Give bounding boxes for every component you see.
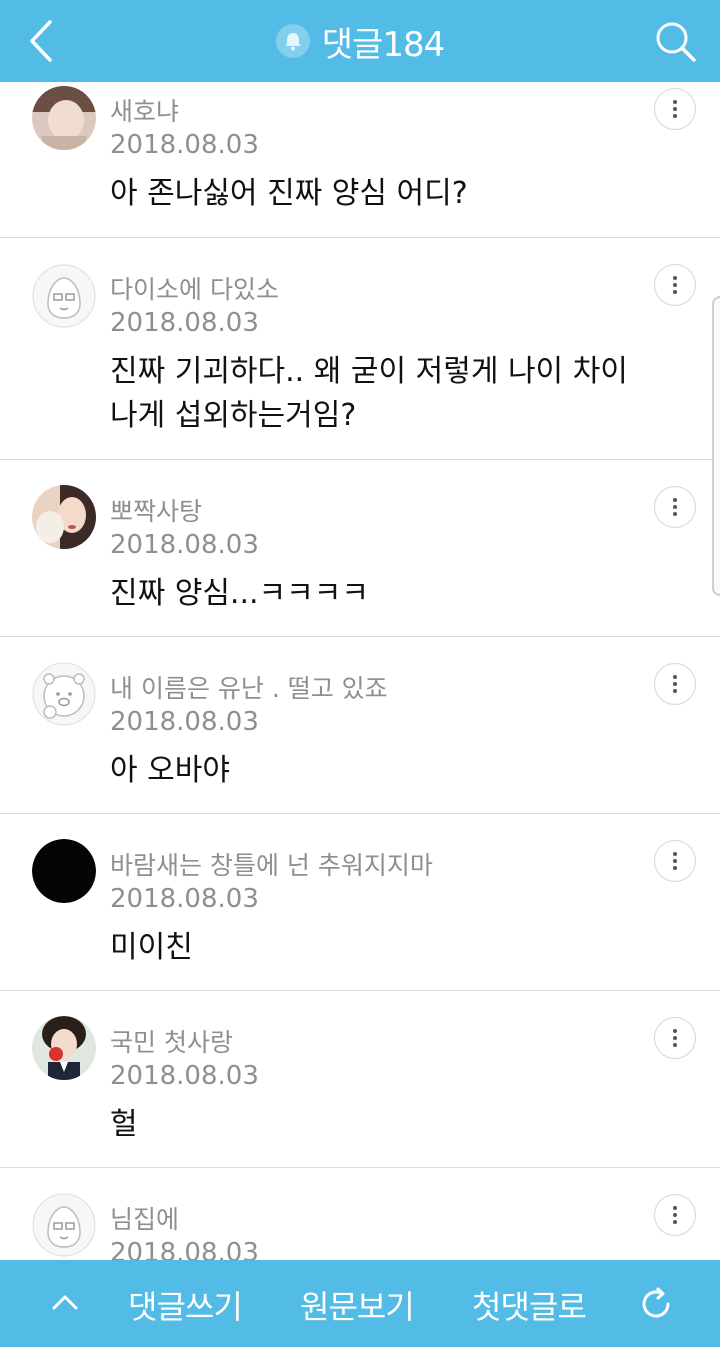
scroll-top-button[interactable] bbox=[48, 1288, 82, 1318]
refresh-button[interactable] bbox=[636, 1284, 676, 1324]
comment-date: 2018.08.03 bbox=[110, 530, 259, 560]
dot-icon bbox=[673, 859, 677, 863]
comment-date: 2018.08.03 bbox=[110, 1238, 259, 1260]
comment-item: 국민 첫사랑 2018.08.03 헐 bbox=[0, 991, 720, 1168]
comment-date: 2018.08.03 bbox=[110, 707, 259, 737]
avatar[interactable] bbox=[32, 86, 96, 150]
dot-icon bbox=[673, 283, 677, 287]
dot-icon bbox=[673, 276, 677, 280]
comment-nickname[interactable]: 바람새는 창틀에 넌 추워지지마 bbox=[110, 846, 433, 882]
comment-nickname[interactable]: 님집에 bbox=[110, 1200, 179, 1236]
bell-icon bbox=[284, 33, 301, 51]
comment-item: 새호냐 2018.08.03 아 존나싫어 진짜 양심 어디? bbox=[0, 82, 720, 238]
more-options-button[interactable] bbox=[654, 486, 696, 528]
comment-item: 내 이름은 유난 . 떨고 있죠 2018.08.03 아 오바야 bbox=[0, 637, 720, 814]
refresh-icon bbox=[642, 1287, 670, 1318]
avatar[interactable] bbox=[32, 264, 96, 328]
dot-icon bbox=[673, 512, 677, 516]
more-options-button[interactable] bbox=[654, 840, 696, 882]
comment-list[interactable]: 새호냐 2018.08.03 아 존나싫어 진짜 양심 어디? 다이소에 다있소… bbox=[0, 82, 720, 1260]
bottom-bar: 댓글쓰기 원문보기 첫댓글로 bbox=[0, 1260, 720, 1347]
dot-icon bbox=[673, 689, 677, 693]
more-options-button[interactable] bbox=[654, 1017, 696, 1059]
top-bar: 댓글184 bbox=[0, 0, 720, 82]
dot-icon bbox=[673, 290, 677, 294]
comment-nickname[interactable]: 새호냐 bbox=[110, 92, 179, 128]
dot-icon bbox=[673, 852, 677, 856]
dot-icon bbox=[673, 1220, 677, 1224]
dot-icon bbox=[673, 1043, 677, 1047]
view-original-button[interactable]: 원문보기 bbox=[300, 1282, 415, 1328]
comment-item: 다이소에 다있소 2018.08.03 진짜 기괴하다.. 왜 굳이 저렇게 나… bbox=[0, 238, 720, 460]
more-options-button[interactable] bbox=[654, 264, 696, 306]
more-options-button[interactable] bbox=[654, 663, 696, 705]
avatar[interactable] bbox=[32, 839, 96, 903]
dot-icon bbox=[673, 866, 677, 870]
more-options-button[interactable] bbox=[654, 1194, 696, 1236]
title-group: 댓글184 bbox=[0, 0, 720, 82]
dot-icon bbox=[673, 682, 677, 686]
comment-item: 바람새는 창틀에 넌 추워지지마 2018.08.03 미이친 bbox=[0, 814, 720, 991]
first-comment-button[interactable]: 첫댓글로 bbox=[472, 1282, 587, 1328]
dot-icon bbox=[673, 1213, 677, 1217]
write-comment-button[interactable]: 댓글쓰기 bbox=[128, 1282, 243, 1328]
avatar[interactable] bbox=[32, 1193, 96, 1257]
comment-date: 2018.08.03 bbox=[110, 308, 259, 338]
comment-date: 2018.08.03 bbox=[110, 884, 259, 914]
comment-text: 진짜 기괴하다.. 왜 굳이 저렇게 나이 차이 나게 섭외하는거임? bbox=[110, 354, 628, 433]
page-title: 댓글184 bbox=[321, 24, 445, 65]
comment-date: 2018.08.03 bbox=[110, 130, 259, 160]
comment-text: 아 오바야 bbox=[110, 753, 230, 788]
dot-icon bbox=[673, 1206, 677, 1210]
comment-date: 2018.08.03 bbox=[110, 1061, 259, 1091]
comment-nickname[interactable]: 국민 첫사랑 bbox=[110, 1023, 233, 1059]
comment-nickname[interactable]: 다이소에 다있소 bbox=[110, 270, 279, 306]
chevron-up-icon bbox=[52, 1295, 78, 1310]
comment-text: 진짜 양심...ㅋㅋㅋㅋ bbox=[110, 576, 369, 611]
dot-icon bbox=[673, 505, 677, 509]
search-button[interactable] bbox=[654, 20, 698, 64]
comment-text: 아 존나싫어 진짜 양심 어디? bbox=[110, 176, 468, 211]
dot-icon bbox=[673, 114, 677, 118]
comment-text: 미이친 bbox=[110, 930, 193, 965]
dot-icon bbox=[673, 1036, 677, 1040]
dot-icon bbox=[673, 100, 677, 104]
avatar[interactable] bbox=[32, 485, 96, 549]
avatar[interactable] bbox=[32, 1016, 96, 1080]
more-options-button[interactable] bbox=[654, 88, 696, 130]
scrollbar[interactable] bbox=[712, 296, 720, 596]
comment-text: 헐 bbox=[110, 1107, 138, 1142]
dot-icon bbox=[673, 1029, 677, 1033]
comment-nickname[interactable]: 내 이름은 유난 . 떨고 있죠 bbox=[110, 669, 388, 705]
comment-item: 뽀짝사탕 2018.08.03 진짜 양심...ㅋㅋㅋㅋ bbox=[0, 460, 720, 637]
avatar[interactable] bbox=[32, 662, 96, 726]
search-icon bbox=[656, 22, 696, 62]
dot-icon bbox=[673, 107, 677, 111]
comment-nickname[interactable]: 뽀짝사탕 bbox=[110, 492, 202, 528]
comment-item: 님집에 2018.08.03 bbox=[0, 1168, 720, 1260]
dot-icon bbox=[673, 675, 677, 679]
dot-icon bbox=[673, 498, 677, 502]
notification-button[interactable] bbox=[275, 24, 310, 58]
